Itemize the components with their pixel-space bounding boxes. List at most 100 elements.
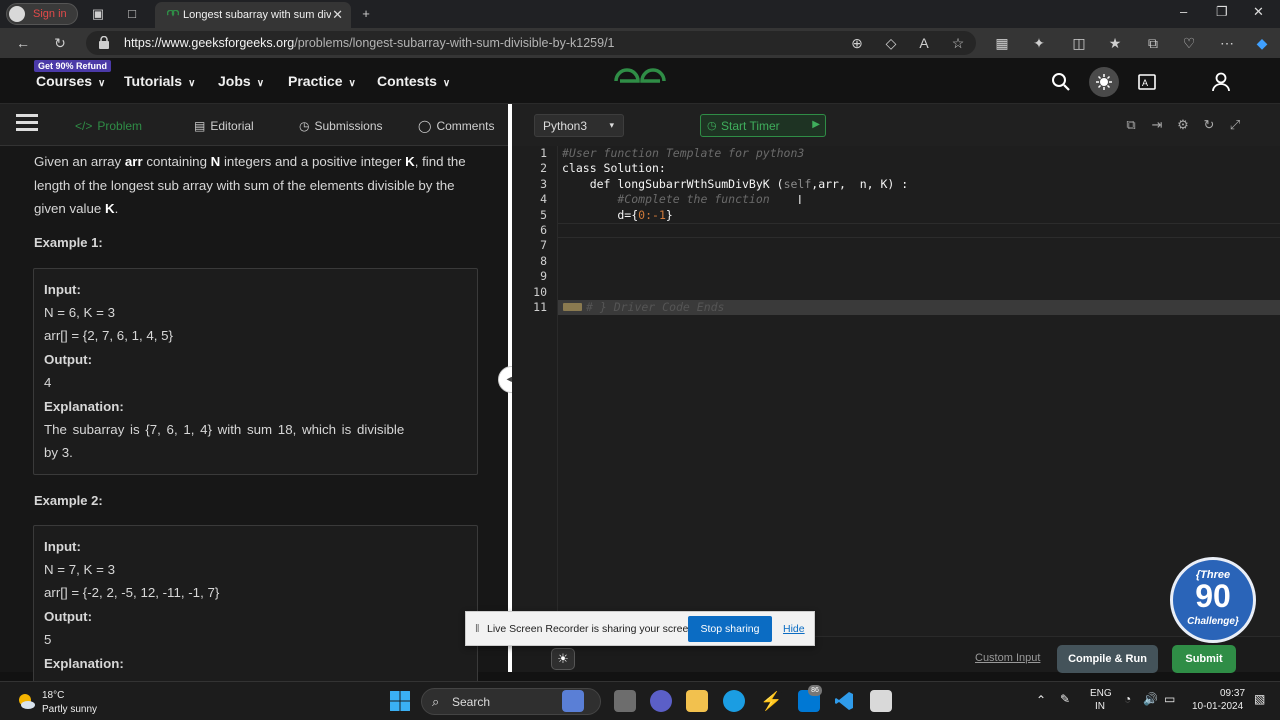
fullscreen-icon[interactable]: ⤢	[1228, 117, 1242, 133]
tab-editorial[interactable]: ▤ Editorial	[194, 119, 254, 133]
browser-tab-active[interactable]: Longest subarray with sum divisib ✕	[155, 2, 351, 28]
url-text: https://www.geeksforgeeks.org/problems/l…	[124, 36, 615, 50]
code-editor[interactable]: 1 2 3 4 5 6 7 8 9 10 11 #User function T…	[512, 146, 1280, 636]
volume-icon[interactable]: 🔊	[1143, 692, 1158, 706]
line-number: 4	[540, 192, 547, 207]
line-number: 6	[540, 223, 547, 237]
problem-tabs: </> Problem ▤ Editorial ◷ Submissions ◯ Comm…	[0, 104, 510, 146]
code-icon: </>	[75, 119, 93, 133]
edge-icon[interactable]	[723, 690, 745, 712]
battery-icon[interactable]: ▭	[1164, 692, 1175, 706]
copilot-icon[interactable]: ◆	[1253, 35, 1271, 51]
read-aloud-icon[interactable]: A	[915, 35, 933, 51]
collections-icon[interactable]: ⧉	[1144, 35, 1162, 51]
vscode-icon[interactable]	[833, 690, 855, 712]
reset-icon[interactable]: ↻	[1202, 117, 1216, 133]
tab-comments[interactable]: ◯ Comments	[418, 119, 494, 133]
notification-icon[interactable]: ▧	[1254, 692, 1265, 706]
nav-practice[interactable]: Practice ∨	[288, 73, 356, 89]
submit-button[interactable]: Submit	[1172, 645, 1236, 673]
wifi-icon[interactable]: ◔	[1124, 692, 1131, 706]
problem-text-3: integers and a positive integer	[220, 154, 406, 169]
refund-badge[interactable]: Get 90% Refund	[34, 60, 112, 72]
ex2-input-nk: N = 7, K = 3	[44, 562, 115, 577]
clock-time[interactable]: 09:37	[1220, 688, 1245, 699]
powerautomate-icon[interactable]: ⚡	[760, 690, 782, 712]
site-header: Get 90% Refund Courses ∨ Tutorials ∨ Jobs ∨…	[0, 58, 1280, 104]
start-timer-button[interactable]: Start Timer ◷ ▶	[700, 114, 826, 137]
nav-contests[interactable]: Contests ∨	[377, 73, 450, 89]
problem-text-2: containing	[142, 154, 211, 169]
favorite-star-icon[interactable]: ☆	[949, 35, 967, 51]
windows-start-icon[interactable]	[389, 690, 411, 712]
ex1-explanation-line-2: by 3.	[44, 445, 73, 460]
compile-run-button[interactable]: Compile & Run	[1057, 645, 1158, 673]
minimize-icon[interactable]: –	[1180, 4, 1187, 19]
search-icon[interactable]	[1046, 67, 1076, 97]
file-explorer-icon[interactable]	[686, 690, 708, 712]
chat-icon[interactable]	[650, 690, 672, 712]
settings-icon[interactable]: ⚙	[1176, 117, 1190, 133]
language-select[interactable]: Python3 ▾	[534, 114, 624, 137]
code-line-2: class Solution:	[562, 161, 666, 176]
problem-text-k2: K	[104, 201, 115, 216]
refresh-icon[interactable]: ↻	[51, 35, 69, 51]
active-line-highlight	[512, 223, 1280, 238]
nav-jobs[interactable]: Jobs ∨	[218, 73, 264, 89]
weather-temperature: 18°C	[42, 690, 65, 701]
line-number: 2	[540, 161, 547, 176]
shopping-icon[interactable]: ◇	[882, 35, 900, 51]
favorites-icon[interactable]: ★	[1106, 35, 1124, 51]
theme-toggle-icon[interactable]	[1089, 67, 1119, 97]
user-profile-icon[interactable]	[1206, 67, 1236, 97]
nav-tutorials[interactable]: Tutorials ∨	[124, 73, 195, 89]
task-view-icon[interactable]	[614, 690, 636, 712]
back-icon[interactable]: ←	[14, 35, 32, 51]
fold-marker-icon[interactable]	[563, 303, 582, 311]
nav-courses[interactable]: Courses ∨	[36, 73, 105, 89]
language-value: Python3	[543, 119, 588, 133]
url-input[interactable]: https://www.geeksforgeeks.org/problems/l…	[86, 31, 976, 55]
translate-icon[interactable]: A	[1132, 67, 1162, 97]
menu-icon[interactable]	[16, 114, 38, 132]
ex1-input-arr: arr[] = {2, 7, 6, 1, 4, 5}	[44, 328, 173, 343]
zoom-icon[interactable]: ⊕	[848, 35, 866, 51]
profile-button[interactable]: Sign in	[6, 3, 78, 25]
extension-1-icon[interactable]: ▦	[993, 35, 1011, 51]
workspaces-icon[interactable]: ▣	[90, 6, 106, 22]
browser-essentials-icon[interactable]: ♡	[1180, 35, 1198, 51]
calendar-app-icon[interactable]	[870, 690, 892, 712]
close-window-icon[interactable]: ✕	[1253, 4, 1264, 20]
url-host: https://www.geeksforgeeks.org	[124, 36, 295, 50]
split-screen-icon[interactable]: ◫	[1070, 35, 1088, 51]
tab-actions-icon[interactable]: □	[124, 6, 140, 22]
copy-icon[interactable]: ⧉	[1124, 117, 1138, 133]
hide-link[interactable]: Hide	[783, 623, 805, 635]
custom-input-link[interactable]: Custom Input	[975, 652, 1040, 664]
url-path: /problems/longest-subarray-with-sum-divi…	[294, 36, 615, 50]
copilot-taskbar-icon[interactable]	[562, 690, 584, 712]
example-1-title: Example 1:	[34, 235, 103, 250]
ex1-explanation-label: Explanation:	[44, 399, 124, 414]
gfg-logo[interactable]	[612, 68, 668, 94]
problem-text-n: N	[210, 154, 221, 169]
code-line-5-a: d={	[562, 207, 639, 222]
more-options-icon[interactable]: ⋯	[1218, 35, 1236, 51]
extensions-icon[interactable]: ✦	[1030, 35, 1048, 51]
gfg-favicon-icon	[167, 10, 179, 17]
close-tab-icon[interactable]: ✕	[332, 7, 343, 23]
tray-overflow-icon[interactable]: ⌃	[1036, 693, 1046, 707]
code-line-3-self: self	[783, 176, 812, 191]
challenge-badge[interactable]: {Three 90 Challenge}	[1170, 557, 1256, 643]
hint-bulb-icon[interactable]: ☀	[551, 648, 575, 670]
badge-bottom-text: Challenge}	[1187, 616, 1239, 627]
maximize-icon[interactable]: ❐	[1216, 4, 1228, 20]
stop-sharing-button[interactable]: Stop sharing	[688, 616, 772, 642]
tab-submissions[interactable]: ◷ Submissions	[299, 119, 383, 133]
export-icon[interactable]: ⇥	[1150, 117, 1164, 133]
partly-sunny-icon	[19, 694, 35, 709]
pen-icon[interactable]: ✎	[1060, 692, 1070, 706]
language-indicator-1[interactable]: ENG	[1090, 688, 1112, 699]
tab-problem[interactable]: </> Problem	[75, 119, 142, 133]
new-tab-icon[interactable]: +	[358, 6, 374, 22]
